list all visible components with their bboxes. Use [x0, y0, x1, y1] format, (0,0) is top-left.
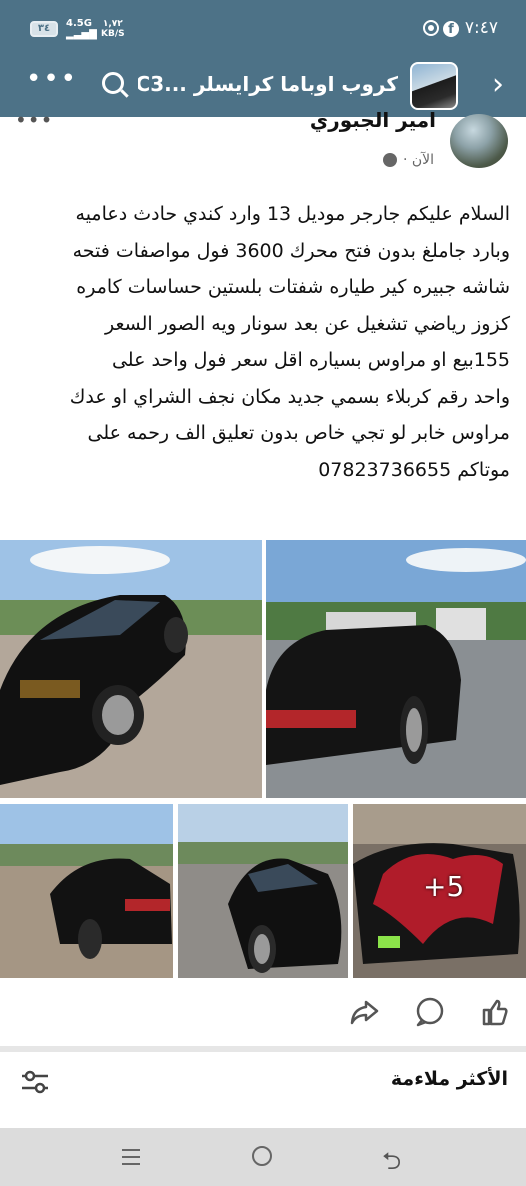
group-title[interactable]: كروب اوباما كرايسلر ...C3 — [138, 72, 398, 96]
sliders-icon[interactable] — [20, 1070, 50, 1094]
post-text-line: 155بيع او مراوس بسياره اقل سعر فول واحد … — [111, 349, 510, 371]
post-meta: الآن · — [382, 152, 434, 168]
chevron-right-icon[interactable]: › — [492, 70, 504, 100]
post-text-line: شاشه جبيره كير طياره شفتات بلستين حساسات… — [76, 276, 510, 298]
facebook-icon: f — [443, 21, 459, 37]
post-photo[interactable]: +5 — [353, 804, 526, 978]
search-icon[interactable] — [102, 72, 124, 94]
network-type: 4.5G — [66, 18, 92, 29]
recent-apps-icon[interactable] — [120, 1146, 142, 1168]
globe-icon — [382, 153, 397, 167]
post-more-icon[interactable]: ••• — [15, 108, 53, 132]
post-text-line: وبارد جاملغ بدون فتح محرك 3600 فول مواصف… — [72, 239, 510, 262]
post-photo[interactable] — [0, 540, 262, 798]
post-text-line: مراوس خابر لو تجي خاص بدون تعليق الف رحم… — [87, 422, 510, 444]
network-speed: ١,٧٢ KB/S — [101, 19, 125, 39]
network-speed-value: ١,٧٢ — [102, 19, 123, 29]
group-header: ••• كروب اوباما كرايسلر ...C3 › — [0, 60, 526, 117]
back-icon[interactable]: ⮌ — [382, 1144, 401, 1185]
post-author[interactable]: امير الجبوري — [310, 108, 436, 132]
comments-sort-label[interactable]: الأكثر ملاءمة — [391, 1068, 508, 1090]
thumbs-up-icon[interactable] — [478, 996, 510, 1028]
share-icon[interactable] — [348, 996, 380, 1028]
post-photo[interactable] — [266, 540, 526, 798]
battery-icon: ٣٤ — [30, 21, 58, 37]
signal-icon: 4.5G ▂▃▅▇ — [66, 18, 97, 40]
post-text-line: كزوز رياضي تشغيل عن بعد سونار ويه الصور … — [104, 312, 510, 335]
post-photo[interactable] — [0, 804, 173, 978]
section-divider — [0, 1046, 526, 1052]
status-bar: ٣٤ 4.5G ▂▃▅▇ ١,٧٢ KB/S f ٧:٤٧ — [0, 0, 526, 60]
post-text-line: واحد رقم كربلاء بسمي جديد مكان نجف الشرا… — [69, 385, 510, 408]
network-speed-unit: KB/S — [101, 29, 125, 39]
post-text: السلام عليكم جارجر موديل 13 وارد كندي حا… — [16, 196, 510, 488]
screen-record-icon — [423, 20, 439, 36]
avatar[interactable] — [450, 114, 508, 168]
more-horizontal-icon[interactable]: ••• — [26, 64, 78, 94]
clock: ٧:٤٧ — [464, 18, 498, 38]
post-time[interactable]: الآن · — [403, 152, 434, 168]
group-thumbnail[interactable] — [410, 62, 458, 110]
comment-icon[interactable] — [414, 996, 446, 1028]
more-photos-count[interactable]: +5 — [423, 870, 464, 903]
post-photo[interactable] — [178, 804, 348, 978]
system-nav-bar: ⮌ — [0, 1128, 526, 1186]
battery-level: ٣٤ — [37, 23, 51, 34]
post-actions — [0, 980, 526, 1046]
post-text-line: موتاكم 07823736655 — [318, 458, 510, 481]
home-icon[interactable] — [252, 1146, 272, 1166]
post-text-line: السلام عليكم جارجر موديل 13 وارد كندي حا… — [75, 203, 510, 225]
